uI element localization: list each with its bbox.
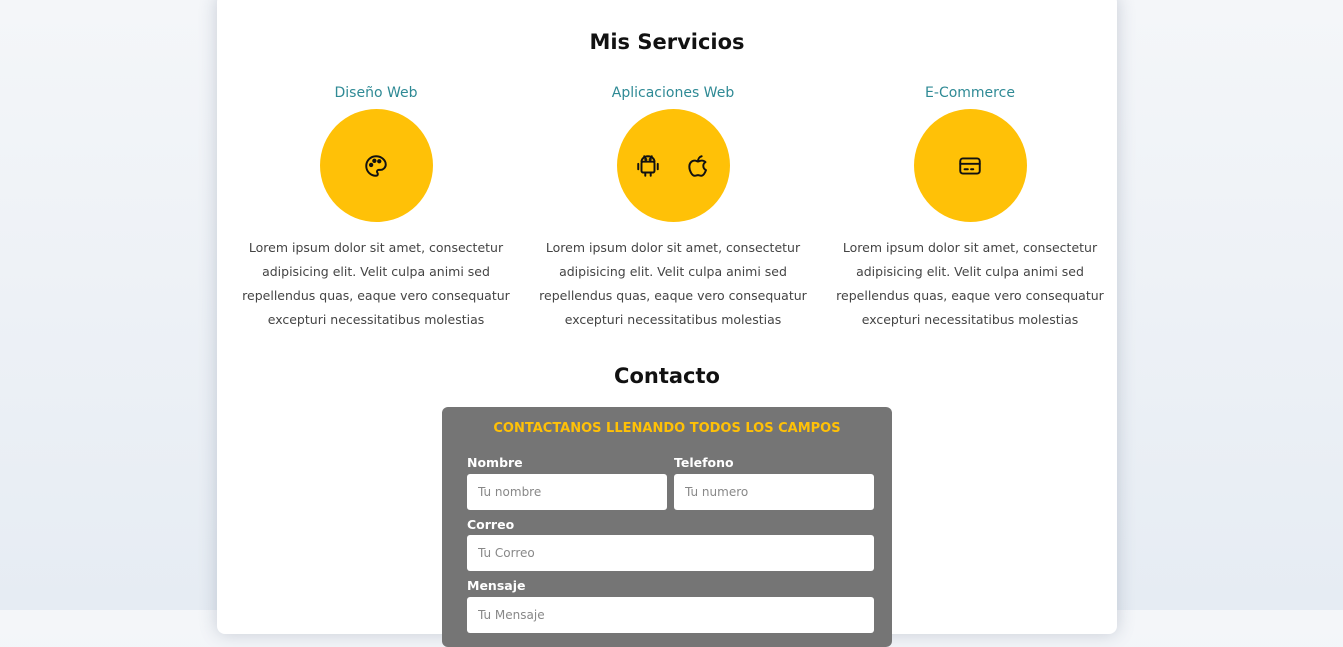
android-icon [635, 153, 661, 179]
service-icon-circle [319, 109, 433, 222]
credit-card-icon [957, 153, 983, 179]
message-label: Mensaje [467, 578, 526, 593]
service-icon-circle [913, 109, 1027, 222]
form-heading: CONTACTANOS LLENANDO TODOS LOS CAMPOS [493, 421, 841, 436]
services-title: Mis Servicios [589, 30, 745, 54]
contact-title: Contacto [614, 364, 720, 388]
name-label: Nombre [467, 455, 523, 470]
service-card-e-commerce: E-Commerce Lorem ipsum dolor sit amet, c… [829, 84, 1111, 332]
phone-label: Telefono [674, 455, 734, 470]
service-title: Aplicaciones Web [611, 85, 735, 101]
contact-form: CONTACTANOS LLENANDO TODOS LOS CAMPOS No… [442, 407, 892, 647]
palette-icon [363, 153, 389, 179]
service-card-diseno-web: Diseño Web Lorem ipsum dolor sit amet, c… [235, 84, 517, 332]
service-description: Lorem ipsum dolor sit amet, consectetur … [836, 240, 1104, 327]
main-card: Mis Servicios Diseño Web Lorem ipsum dol… [217, 0, 1117, 647]
name-input[interactable] [467, 474, 667, 510]
email-label: Correo [467, 517, 515, 532]
email-input[interactable] [467, 535, 874, 571]
service-icon-circle [616, 109, 730, 222]
phone-input[interactable] [674, 474, 874, 510]
service-title: Diseño Web [334, 85, 418, 101]
service-title: E-Commerce [925, 85, 1015, 101]
service-description: Lorem ipsum dolor sit amet, consectetur … [539, 240, 807, 327]
message-input[interactable] [467, 597, 874, 633]
service-description: Lorem ipsum dolor sit amet, consectetur … [242, 240, 510, 327]
service-card-aplicaciones-web: Aplicaciones Web Lorem ipsum dolor sit a… [532, 84, 814, 332]
apple-icon [685, 153, 711, 179]
